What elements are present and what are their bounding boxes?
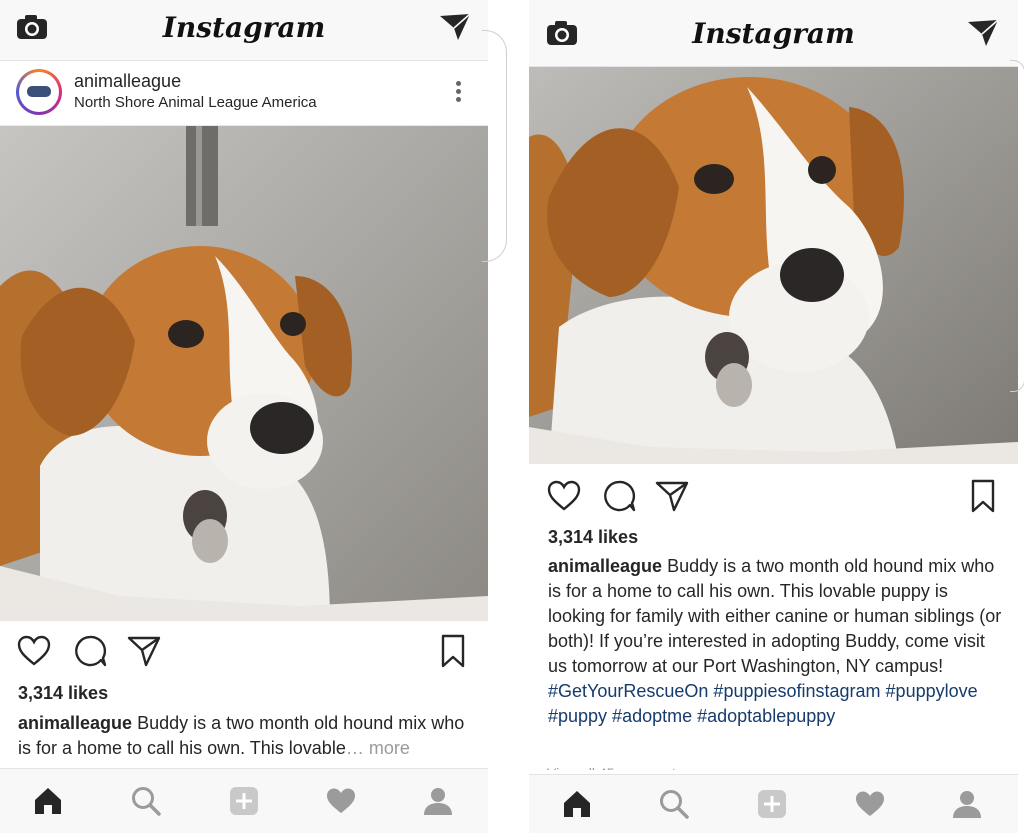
direct-send-icon[interactable]	[438, 12, 472, 42]
device-edge	[482, 30, 507, 262]
nav-activity[interactable]	[325, 785, 357, 817]
share-icon	[127, 636, 161, 667]
likes-count[interactable]: 3,314 likes	[18, 683, 108, 704]
like-button[interactable]	[546, 478, 582, 514]
caption-username[interactable]: animalleague	[548, 556, 667, 576]
home-icon	[35, 788, 61, 814]
nav-profile[interactable]	[422, 785, 454, 817]
share-button[interactable]	[654, 478, 690, 514]
bottom-nav	[529, 774, 1018, 833]
app-logo: Instagram	[162, 11, 326, 44]
direct-send-icon[interactable]	[966, 18, 1000, 48]
share-button[interactable]	[126, 633, 162, 669]
share-icon	[655, 481, 689, 512]
post-caption: animalleague Buddy is a two month old ho…	[18, 711, 474, 763]
app-logo: Instagram	[692, 17, 855, 50]
save-button[interactable]	[965, 478, 1001, 514]
nav-home[interactable]	[561, 788, 593, 820]
more-link[interactable]: … more	[346, 738, 410, 758]
nav-home[interactable]	[32, 785, 64, 817]
save-button[interactable]	[435, 633, 471, 669]
nav-search[interactable]	[658, 788, 690, 820]
top-bar: Instagram	[0, 0, 488, 61]
profile-icon	[424, 788, 452, 815]
comment-button[interactable]	[72, 633, 108, 669]
home-icon	[564, 791, 590, 817]
feed-screen-collapsed: Instagram animalleague North Shore Anima…	[0, 0, 488, 833]
league-logo-icon	[27, 86, 51, 97]
like-button[interactable]	[16, 633, 52, 669]
bookmark-icon	[971, 479, 995, 513]
search-icon	[660, 790, 689, 819]
post-actions	[529, 478, 1018, 518]
profile-icon	[953, 791, 981, 818]
heart-icon	[547, 480, 581, 511]
nav-add[interactable]	[756, 788, 788, 820]
nav-activity[interactable]	[854, 788, 886, 820]
caption-username[interactable]: animalleague	[18, 713, 137, 733]
device-edge	[1010, 60, 1024, 392]
search-icon	[132, 787, 161, 816]
bookmark-icon	[441, 634, 465, 668]
post-photo[interactable]	[0, 126, 488, 621]
post-header: animalleague North Shore Animal League A…	[0, 61, 488, 126]
bottom-nav	[0, 768, 488, 833]
activity-heart-icon	[856, 791, 884, 816]
add-icon	[758, 790, 786, 818]
more-options-icon[interactable]	[456, 81, 462, 107]
post-username[interactable]: animalleague	[74, 71, 181, 92]
comment-icon	[604, 480, 636, 512]
view-comments-link[interactable]: View all 45 comments	[547, 765, 683, 770]
nav-search[interactable]	[130, 785, 162, 817]
feed-screen-expanded: Instagram 3,314 likes animalleague Buddy…	[529, 0, 1018, 833]
heart-icon	[17, 635, 51, 666]
nav-add[interactable]	[228, 785, 260, 817]
add-icon	[230, 787, 258, 815]
post-actions	[0, 633, 488, 673]
post-photo[interactable]	[529, 67, 1018, 464]
post-location[interactable]: North Shore Animal League America	[74, 94, 317, 111]
activity-heart-icon	[327, 788, 355, 813]
avatar[interactable]	[16, 69, 62, 115]
nav-profile[interactable]	[951, 788, 983, 820]
top-bar: Instagram	[529, 0, 1018, 67]
caption-hashtags[interactable]: #GetYourRescueOn #puppiesofinstagram #pu…	[548, 681, 978, 726]
comment-icon	[75, 635, 107, 667]
comment-button[interactable]	[601, 478, 637, 514]
likes-count[interactable]: 3,314 likes	[548, 527, 638, 548]
post-caption: animalleague Buddy is a two month old ho…	[548, 554, 1008, 729]
